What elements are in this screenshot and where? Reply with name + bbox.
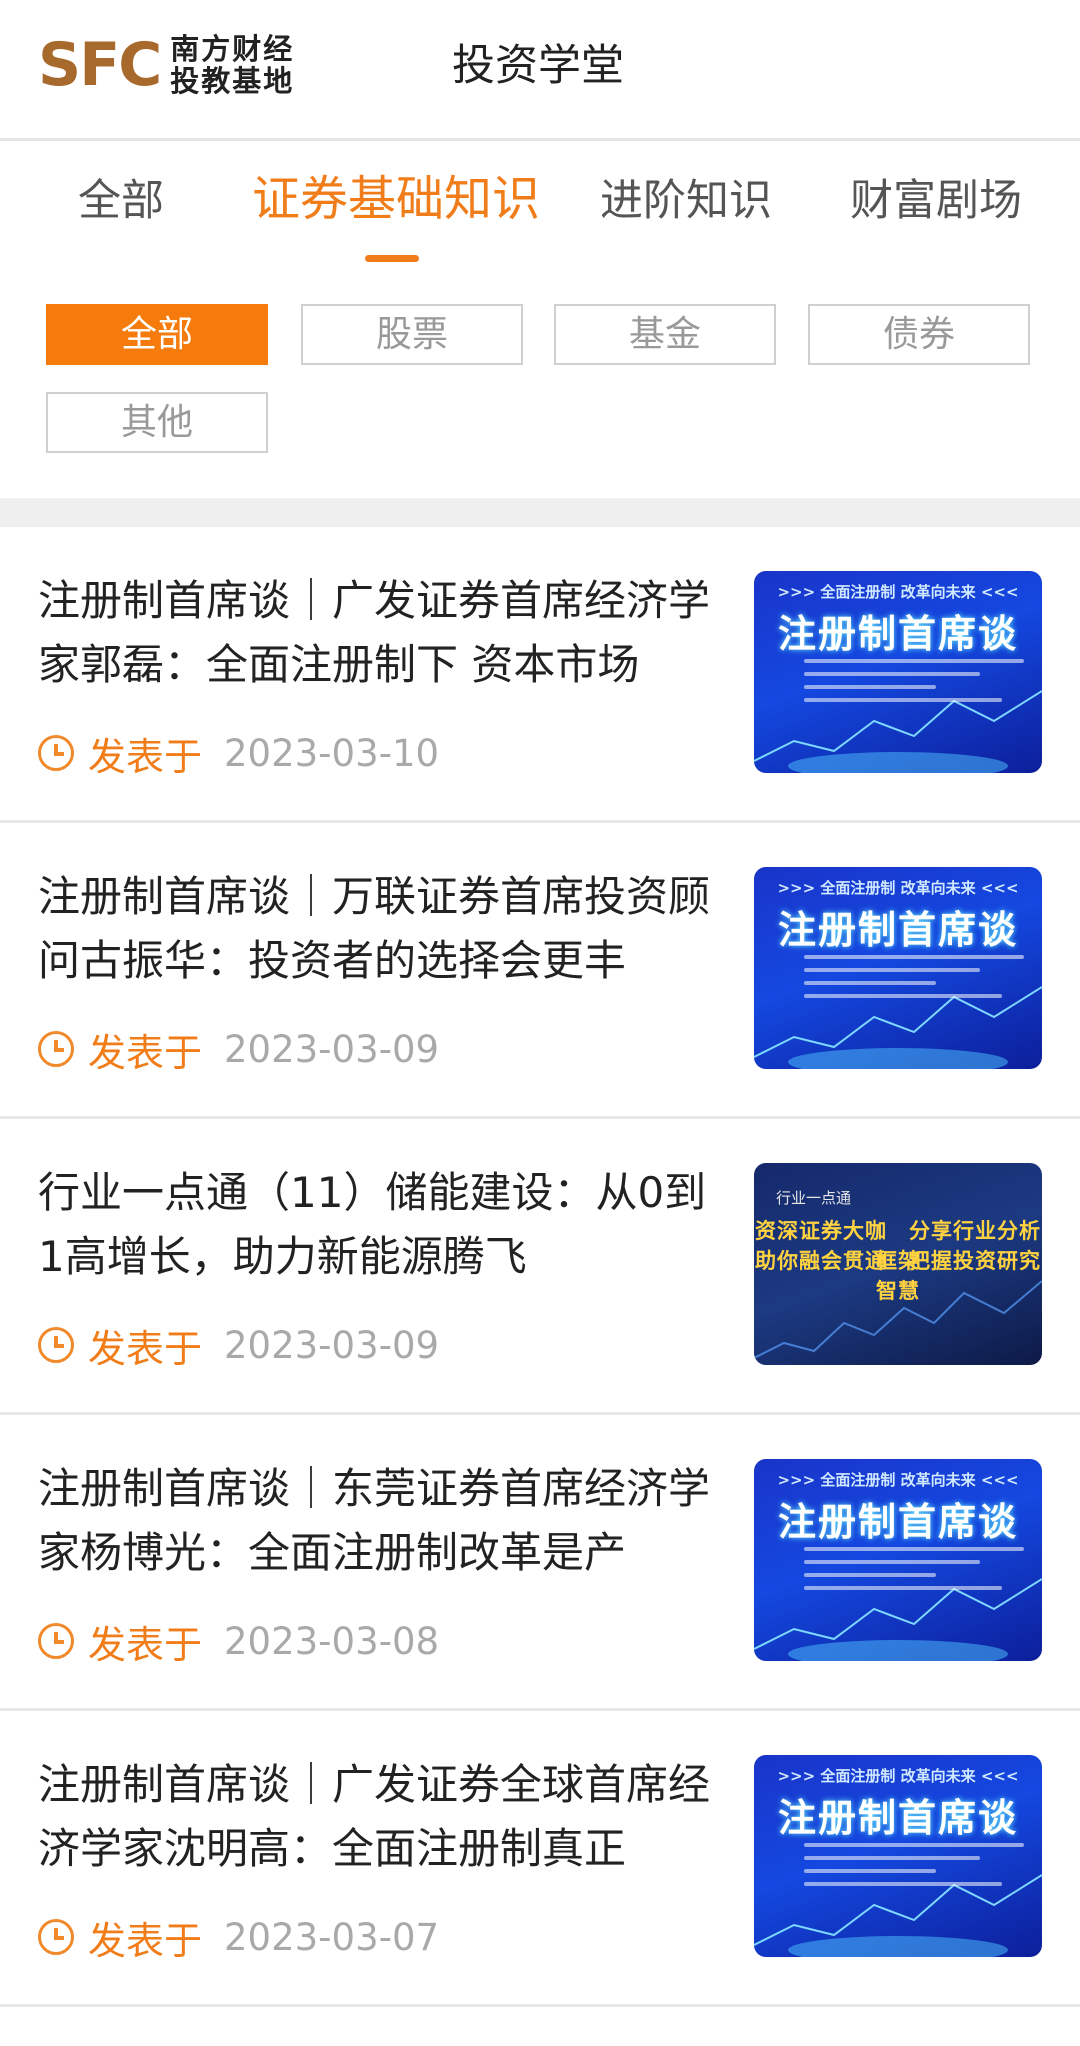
filter-funds[interactable]: 基金: [554, 304, 776, 365]
thumbnail-line-2: 助你融会贯通 把握投资研究智慧: [755, 1249, 1041, 1303]
article-item[interactable]: 注册制首席谈｜广发证券全球首席经济学家沈明高：全面注册制真正 发表于 2023-…: [0, 1711, 1080, 2007]
article-item[interactable]: 注册制首席谈｜广发证券首席经济学家郭磊：全面注册制下 资本市场 发表于 2023…: [0, 527, 1080, 823]
article-title: 注册制首席谈｜广发证券首席经济学家郭磊：全面注册制下 资本市场: [38, 576, 711, 689]
filter-stocks[interactable]: 股票: [301, 304, 523, 365]
article-thumbnail: >>> 全面注册制 改革向未来 <<< 注册制首席谈: [754, 571, 1042, 773]
article-thumbnail: 行业一点通 资深证券大咖 分享行业分析框架 助你融会贯通 把握投资研究智慧: [754, 1163, 1042, 1365]
article-item[interactable]: 注册制首席谈｜东莞证券首席经济学家杨博光：全面注册制改革是产 发表于 2023-…: [0, 1415, 1080, 1711]
thumbnail-title: 注册制首席谈: [777, 1796, 1018, 1840]
thumbnail-tagline: >>> 全面注册制 改革向未来 <<<: [777, 583, 1019, 601]
publish-date: 2023-03-09: [224, 1027, 440, 1071]
thumbnail-tagline: >>> 全面注册制 改革向未来 <<<: [777, 1471, 1019, 1489]
article-thumbnail: >>> 全面注册制 改革向未来 <<< 注册制首席谈: [754, 867, 1042, 1069]
thumbnail-text-lines: [804, 659, 1024, 711]
thumbnail-title: 注册制首席谈: [777, 1500, 1018, 1544]
category-tabs: 全部 证券基础知识 进阶知识 财富剧场: [0, 141, 1080, 271]
page: SFC 南方财经 投教基地 投资学堂 全部 证券基础知识 进阶知识 财富剧场 全…: [0, 0, 1080, 2046]
logo-line-2: 投教基地: [170, 64, 295, 98]
app-header: SFC 南方财经 投教基地 投资学堂: [0, 0, 1080, 141]
article-thumbnail: >>> 全面注册制 改革向未来 <<< 注册制首席谈: [754, 1459, 1042, 1661]
article-meta: 发表于 2023-03-09: [38, 1019, 439, 1079]
clock-icon: [38, 1623, 74, 1659]
clock-icon: [38, 735, 74, 771]
article-meta: 发表于 2023-03-09: [38, 1315, 439, 1375]
filter-bonds[interactable]: 债券: [808, 304, 1030, 365]
thumbnail-text-lines: [804, 1843, 1024, 1895]
publish-date: 2023-03-10: [224, 731, 440, 775]
publish-date: 2023-03-09: [224, 1323, 440, 1367]
published-label: 发表于: [88, 1326, 203, 1371]
tab-all[interactable]: 全部: [78, 171, 164, 231]
publish-date: 2023-03-07: [224, 1915, 440, 1959]
published-label: 发表于: [88, 1918, 203, 1963]
section-divider: [0, 498, 1080, 527]
sfc-logo[interactable]: SFC 南方财经 投教基地: [38, 30, 294, 100]
article-title: 注册制首席谈｜广发证券全球首席经济学家沈明高：全面注册制真正: [38, 1760, 711, 1873]
thumbnail-title: 注册制首席谈: [777, 908, 1018, 952]
filter-all[interactable]: 全部: [46, 304, 268, 365]
article-title: 注册制首席谈｜万联证券首席投资顾问古振华：投资者的选择会更丰: [38, 872, 711, 985]
article-item[interactable]: 注册制首席谈｜万联证券首席投资顾问古振华：投资者的选择会更丰 发表于 2023-…: [0, 823, 1080, 1119]
tab-securities-basics[interactable]: 证券基础知识: [252, 169, 540, 229]
published-label: 发表于: [88, 1030, 203, 1075]
thumbnail-tagline: >>> 全面注册制 改革向未来 <<<: [777, 1767, 1019, 1785]
tab-advanced[interactable]: 进阶知识: [600, 171, 772, 231]
thumbnail-tagline: 行业一点通: [776, 1189, 852, 1207]
article-meta: 发表于 2023-03-07: [38, 1907, 439, 1967]
article-thumbnail: >>> 全面注册制 改革向未来 <<< 注册制首席谈: [754, 1755, 1042, 1957]
thumbnail-text-lines: [804, 955, 1024, 1007]
clock-icon: [38, 1031, 74, 1067]
logo-text: 南方财经 投教基地: [170, 33, 294, 97]
article-item[interactable]: 行业一点通（11）储能建设：从0到1高增长，助力新能源腾飞 发表于 2023-0…: [0, 1119, 1080, 1415]
logo-line-1: 南方财经: [170, 32, 295, 66]
article-meta: 发表于 2023-03-10: [38, 723, 439, 783]
tab-wealth-theater[interactable]: 财富剧场: [850, 171, 1022, 231]
published-label: 发表于: [88, 1622, 203, 1667]
clock-icon: [38, 1327, 74, 1363]
article-meta: 发表于 2023-03-08: [38, 1611, 439, 1671]
filter-other[interactable]: 其他: [46, 392, 268, 453]
clock-icon: [38, 1919, 74, 1955]
page-title: 投资学堂: [452, 41, 624, 91]
thumbnail-tagline: >>> 全面注册制 改革向未来 <<<: [777, 879, 1019, 897]
article-title: 行业一点通（11）储能建设：从0到1高增长，助力新能源腾飞: [38, 1168, 707, 1281]
thumbnail-title: 注册制首席谈: [777, 612, 1018, 656]
published-label: 发表于: [88, 734, 203, 779]
logo-mark: SFC: [38, 30, 162, 100]
thumbnail-text-lines: [804, 1547, 1024, 1599]
publish-date: 2023-03-08: [224, 1619, 440, 1663]
article-title: 注册制首席谈｜东莞证券首席经济学家杨博光：全面注册制改革是产: [38, 1464, 711, 1577]
active-tab-indicator: [365, 255, 419, 262]
